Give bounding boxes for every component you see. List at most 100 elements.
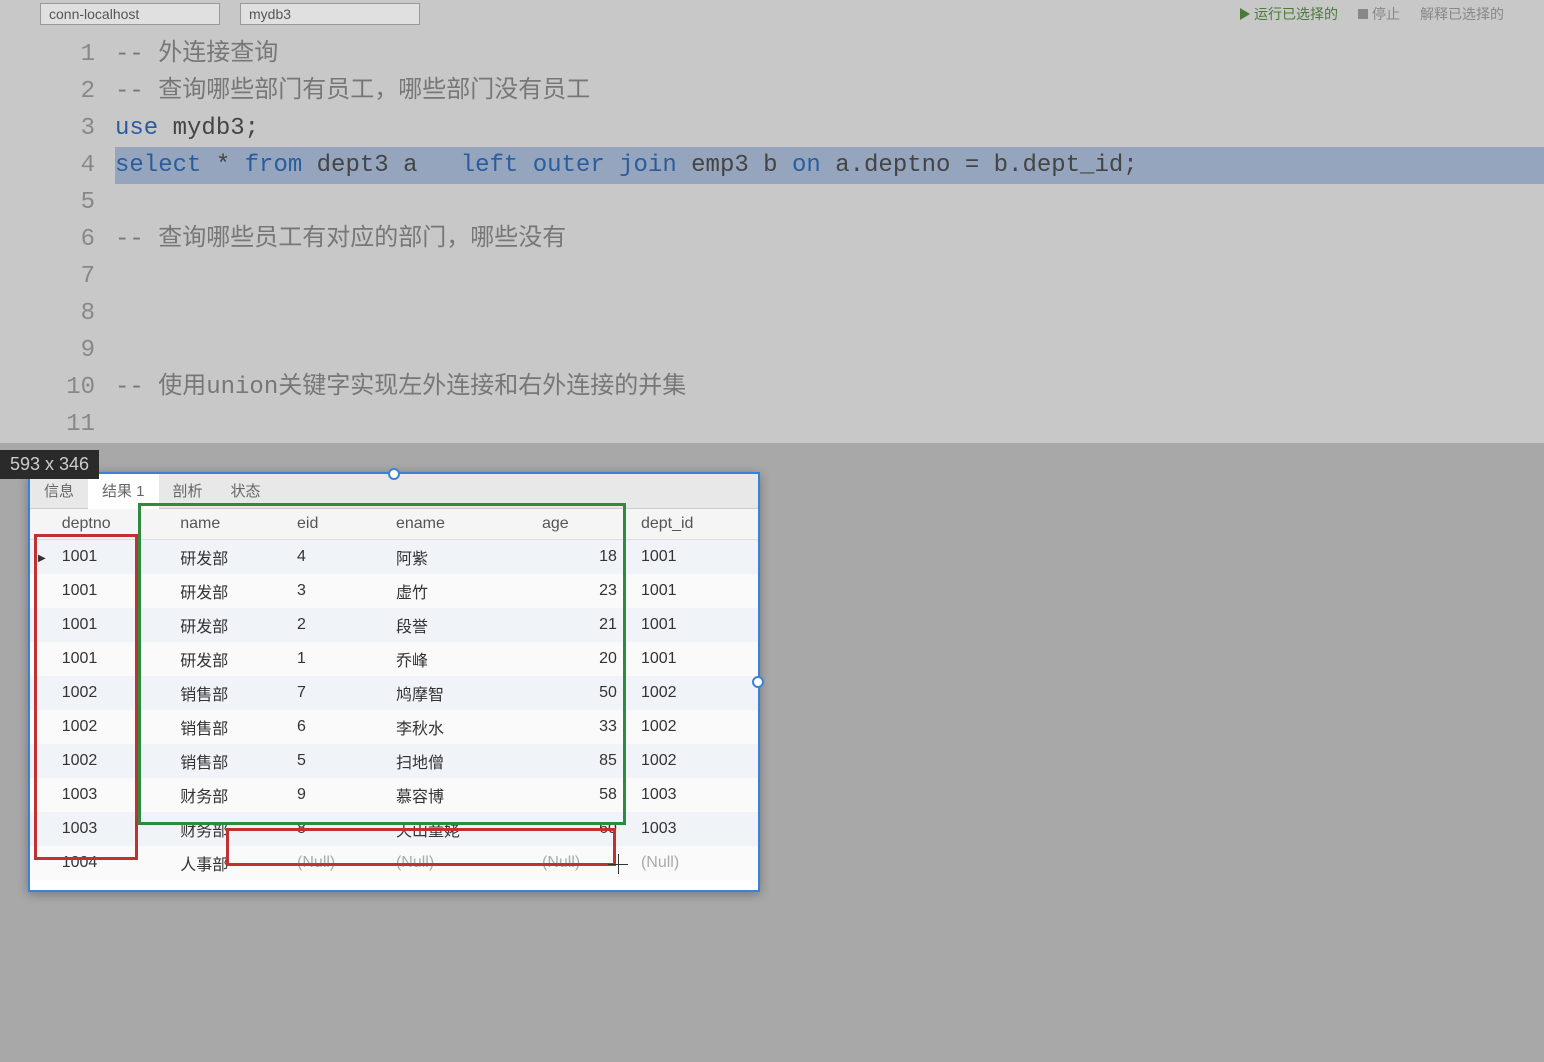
cell-ename[interactable]: 鸠摩智 [388,676,534,710]
cell-eid[interactable]: 8 [289,812,388,846]
tab-status[interactable]: 状态 [217,474,275,508]
code-line[interactable]: -- 查询哪些员工有对应的部门，哪些没有 [115,221,1544,258]
result-grid[interactable]: deptnonameeidenameagedept_id 1001研发部4阿紫1… [30,509,758,880]
cell-eid[interactable]: 1 [289,642,388,676]
cell-deptno[interactable]: 1001 [54,574,173,608]
code-line[interactable]: -- 查询哪些部门有员工，哪些部门没有员工 [115,73,1544,110]
cell-deptno[interactable]: 1001 [54,540,173,575]
cell-name[interactable]: 研发部 [172,540,289,575]
cell-ename[interactable]: 扫地僧 [388,744,534,778]
code-area[interactable]: -- 外连接查询-- 查询哪些部门有员工，哪些部门没有员工use mydb3;s… [115,36,1544,443]
table-row[interactable]: 1003财务部9慕容博581003 [30,778,758,812]
table-row[interactable]: 1003财务部8天山童姥601003 [30,812,758,846]
cell-dept_id[interactable]: 1003 [633,812,758,846]
column-header-dept_id[interactable]: dept_id [633,509,758,540]
cell-eid[interactable]: 5 [289,744,388,778]
cell-ename[interactable]: 乔峰 [388,642,534,676]
cell-name[interactable]: 研发部 [172,642,289,676]
cell-age[interactable]: 20 [534,642,633,676]
column-header-eid[interactable]: eid [289,509,388,540]
code-line[interactable]: -- 外连接查询 [115,36,1544,73]
sql-editor[interactable]: 1234567891011 -- 外连接查询-- 查询哪些部门有员工，哪些部门没… [0,28,1544,443]
table-row[interactable]: 1002销售部5扫地僧851002 [30,744,758,778]
cell-ename[interactable]: 李秋水 [388,710,534,744]
column-header-age[interactable]: age [534,509,633,540]
cell-deptno[interactable]: 1004 [54,846,173,880]
cell-age[interactable]: 85 [534,744,633,778]
cell-eid[interactable]: 6 [289,710,388,744]
cell-age[interactable]: 23 [534,574,633,608]
database-dropdown[interactable]: mydb3 [240,3,420,25]
cell-age[interactable]: 58 [534,778,633,812]
cell-age[interactable]: 21 [534,608,633,642]
cell-eid[interactable]: 7 [289,676,388,710]
cell-eid[interactable]: 9 [289,778,388,812]
cell-name[interactable]: 销售部 [172,676,289,710]
tab-result[interactable]: 结果 1 [88,474,159,509]
cell-age[interactable]: 60 [534,812,633,846]
cell-deptno[interactable]: 1001 [54,608,173,642]
cell-deptno[interactable]: 1003 [54,778,173,812]
cell-dept_id[interactable]: 1002 [633,744,758,778]
cell-age[interactable]: 18 [534,540,633,575]
cell-name[interactable]: 研发部 [172,608,289,642]
run-button[interactable]: 运行已选择的 [1240,4,1338,24]
table-row[interactable]: 1001研发部2段誉211001 [30,608,758,642]
connection-dropdown[interactable]: conn-localhost [40,3,220,25]
cell-dept_id[interactable]: 1002 [633,676,758,710]
tab-info[interactable]: 信息 [30,474,88,508]
code-line[interactable]: use mydb3; [115,110,1544,147]
cell-eid[interactable]: 2 [289,608,388,642]
column-header-deptno[interactable]: deptno [54,509,173,540]
cell-deptno[interactable]: 1001 [54,642,173,676]
cell-name[interactable]: 销售部 [172,710,289,744]
resize-handle-top[interactable] [388,468,400,480]
cell-name[interactable]: 财务部 [172,778,289,812]
column-header-name[interactable]: name [172,509,289,540]
cell-dept_id[interactable]: 1001 [633,642,758,676]
code-line[interactable]: select * from dept3 a left outer join em… [115,147,1544,184]
cell-ename[interactable]: 阿紫 [388,540,534,575]
cell-name[interactable]: 研发部 [172,574,289,608]
cell-dept_id[interactable]: 1003 [633,778,758,812]
cell-dept_id[interactable]: 1001 [633,574,758,608]
cell-dept_id[interactable]: 1001 [633,608,758,642]
cell-eid[interactable]: 3 [289,574,388,608]
cell-ename[interactable]: 虚竹 [388,574,534,608]
code-line[interactable] [115,332,1544,369]
code-line[interactable] [115,184,1544,221]
cell-age[interactable]: 50 [534,676,633,710]
cell-deptno[interactable]: 1002 [54,744,173,778]
cell-ename[interactable]: (Null) [388,846,534,880]
cell-ename[interactable]: 段誉 [388,608,534,642]
cell-name[interactable]: 销售部 [172,744,289,778]
cell-name[interactable]: 人事部 [172,846,289,880]
cell-dept_id[interactable]: 1002 [633,710,758,744]
table-row[interactable]: 1004人事部(Null)(Null)(Null)(Null) [30,846,758,880]
code-line[interactable] [115,258,1544,295]
cell-dept_id[interactable]: (Null) [633,846,758,880]
code-line[interactable] [115,295,1544,332]
table-row[interactable]: 1001研发部3虚竹231001 [30,574,758,608]
column-header-ename[interactable]: ename [388,509,534,540]
cell-deptno[interactable]: 1002 [54,676,173,710]
cell-eid[interactable]: (Null) [289,846,388,880]
code-line[interactable]: -- 使用union关键字实现左外连接和右外连接的并集 [115,369,1544,406]
cell-eid[interactable]: 4 [289,540,388,575]
cell-age[interactable]: (Null) [534,846,633,880]
table-row[interactable]: 1001研发部1乔峰201001 [30,642,758,676]
explain-button[interactable]: 解释已选择的 [1420,4,1504,24]
table-row[interactable]: 1002销售部7鸠摩智501002 [30,676,758,710]
cell-dept_id[interactable]: 1001 [633,540,758,575]
cell-ename[interactable]: 天山童姥 [388,812,534,846]
cell-age[interactable]: 33 [534,710,633,744]
cell-name[interactable]: 财务部 [172,812,289,846]
resize-handle-right[interactable] [752,676,764,688]
code-line[interactable] [115,406,1544,443]
cell-deptno[interactable]: 1003 [54,812,173,846]
table-row[interactable]: 1001研发部4阿紫181001 [30,540,758,575]
cell-deptno[interactable]: 1002 [54,710,173,744]
tab-profile[interactable]: 剖析 [159,474,217,508]
cell-ename[interactable]: 慕容博 [388,778,534,812]
stop-button[interactable]: 停止 [1358,4,1400,24]
